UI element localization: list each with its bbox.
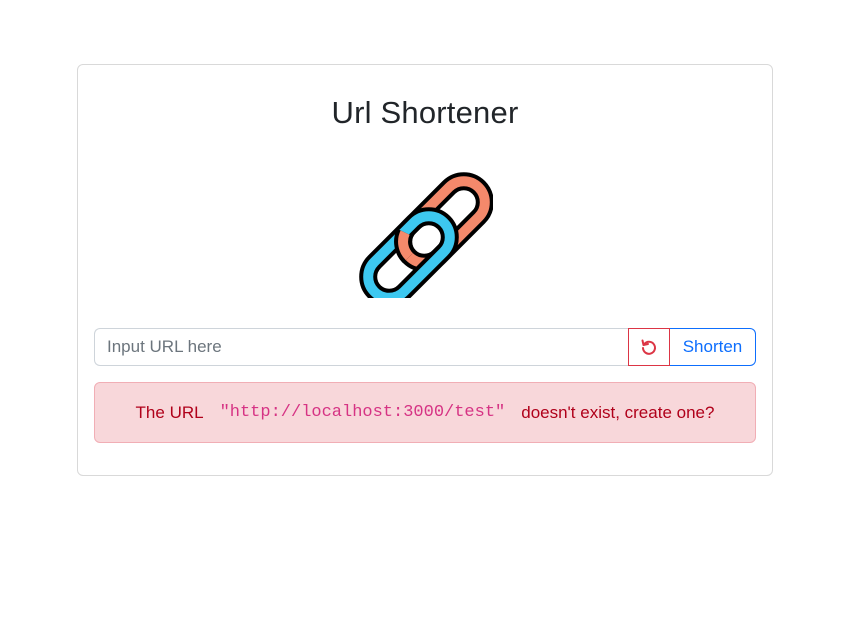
page-title: Url Shortener: [331, 95, 519, 130]
alert-url: "http://localhost:3000/test": [219, 403, 506, 422]
alert-prefix: The URL: [135, 402, 204, 422]
chain-link-icon: [359, 172, 493, 298]
shorten-button[interactable]: Shorten: [670, 328, 756, 366]
alert-create-link[interactable]: doesn't exist, create one?: [521, 403, 714, 423]
reset-button[interactable]: [628, 328, 670, 366]
url-input[interactable]: [94, 328, 628, 366]
undo-icon: [641, 339, 656, 355]
url-input-group: Shorten: [94, 328, 756, 366]
error-alert: The URL "http://localhost:3000/test" doe…: [94, 382, 756, 443]
shortener-card: Url Shortener Shorten The URL "http:: [77, 64, 773, 476]
